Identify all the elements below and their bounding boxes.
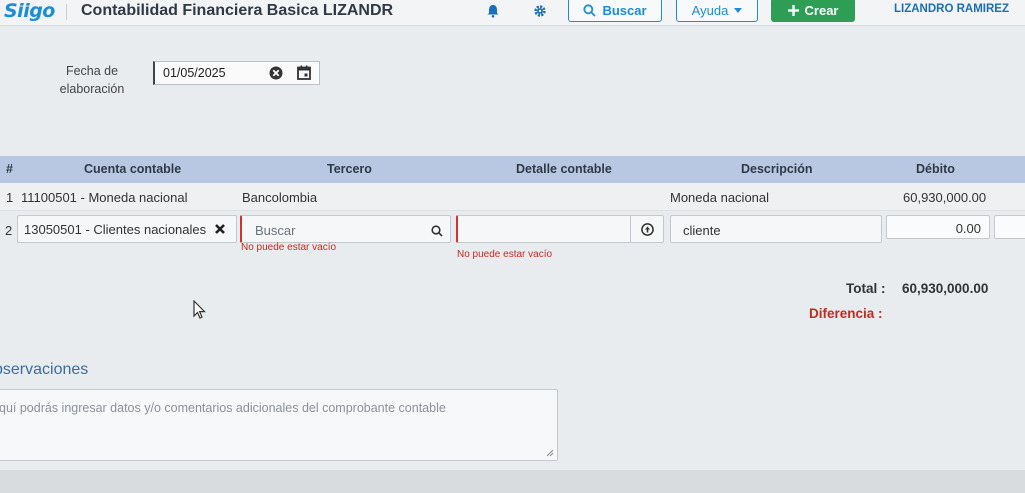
row-number: 2 bbox=[5, 223, 13, 238]
help-dropdown[interactable]: Ayuda bbox=[676, 0, 758, 22]
add-icon bbox=[787, 4, 799, 16]
chevron-down-icon bbox=[734, 7, 743, 13]
table-header: # Cuenta contable Tercero Detalle contab… bbox=[0, 156, 1025, 183]
row-number: 1 bbox=[6, 190, 14, 205]
total-label: Total : bbox=[846, 281, 886, 296]
row-debit: 60,930,000.00 bbox=[903, 190, 987, 205]
third-party-search-input[interactable]: Buscar bbox=[240, 215, 451, 243]
help-label: Ayuda bbox=[691, 2, 729, 18]
detail-divider bbox=[630, 216, 631, 242]
table-row-editing[interactable]: 2 13050501 - Clientes nacionales Buscar … bbox=[0, 211, 1025, 266]
upload-icon[interactable] bbox=[641, 223, 654, 236]
total-value: 60,930,000.00 bbox=[902, 281, 989, 296]
column-detail: Detalle contable bbox=[516, 162, 612, 176]
debit-field[interactable]: 0.00 bbox=[886, 215, 990, 239]
column-number: # bbox=[6, 162, 13, 176]
difference-label: Diferencia : bbox=[809, 306, 883, 321]
date-value: 01/05/2025 bbox=[163, 66, 226, 80]
bell-icon[interactable] bbox=[486, 4, 500, 18]
top-bar: Siigo Contabilidad Financiera Basica LIZ… bbox=[0, 0, 1025, 26]
search-button[interactable]: Buscar bbox=[568, 0, 662, 22]
row-third-party: Bancolombia bbox=[242, 190, 318, 205]
clear-icon[interactable] bbox=[269, 66, 283, 80]
search-button-label: Buscar bbox=[602, 2, 647, 18]
close-icon[interactable] bbox=[215, 224, 225, 234]
table-row[interactable]: 1 11100501 - Moneda nacional Bancolombia… bbox=[0, 183, 1025, 211]
detail-field[interactable] bbox=[456, 215, 664, 243]
calendar-icon[interactable] bbox=[297, 65, 311, 80]
column-account: Cuenta contable bbox=[84, 162, 182, 176]
third-party-error: No puede estar vacío bbox=[241, 242, 337, 253]
user-menu[interactable]: LIZANDRO RAMIREZ bbox=[894, 3, 1009, 15]
logo-divider bbox=[66, 4, 67, 20]
observations-placeholder: quí podrás ingresar datos y/o comentario… bbox=[0, 401, 446, 415]
description-field[interactable]: cliente bbox=[670, 215, 882, 243]
row-description: Moneda nacional bbox=[670, 190, 770, 205]
account-field[interactable]: 13050501 - Clientes nacionales bbox=[17, 215, 237, 243]
date-label: Fecha de elaboración bbox=[59, 64, 125, 96]
column-debit: Débito bbox=[916, 162, 955, 176]
third-party-placeholder: Buscar bbox=[255, 223, 296, 238]
observations-title: bservaciones bbox=[0, 361, 89, 378]
create-button[interactable]: Crear bbox=[771, 0, 855, 22]
siigo-logo[interactable]: Siigo bbox=[4, 0, 55, 22]
gear-icon[interactable] bbox=[533, 4, 547, 18]
row-account: 11100501 - Moneda nacional bbox=[21, 190, 188, 205]
credit-field[interactable] bbox=[994, 215, 1025, 239]
company-title: Contabilidad Financiera Basica LIZANDR bbox=[81, 2, 394, 19]
column-description: Descripción bbox=[741, 162, 813, 176]
account-value: 13050501 - Clientes nacionales bbox=[24, 222, 207, 237]
resize-handle-icon[interactable] bbox=[546, 449, 554, 457]
debit-value: 0.00 bbox=[955, 221, 981, 236]
detail-error: No puede estar vacío bbox=[457, 249, 553, 260]
bottom-edge bbox=[0, 470, 1025, 493]
column-third-party: Tercero bbox=[327, 162, 372, 176]
observations-textarea[interactable]: quí podrás ingresar datos y/o comentario… bbox=[0, 389, 558, 461]
mouse-cursor-icon bbox=[193, 300, 206, 319]
date-field[interactable]: 01/05/2025 bbox=[153, 61, 320, 85]
create-button-label: Crear bbox=[804, 2, 839, 18]
search-icon[interactable] bbox=[431, 225, 443, 237]
description-value: cliente bbox=[683, 223, 721, 238]
search-icon bbox=[583, 3, 597, 17]
